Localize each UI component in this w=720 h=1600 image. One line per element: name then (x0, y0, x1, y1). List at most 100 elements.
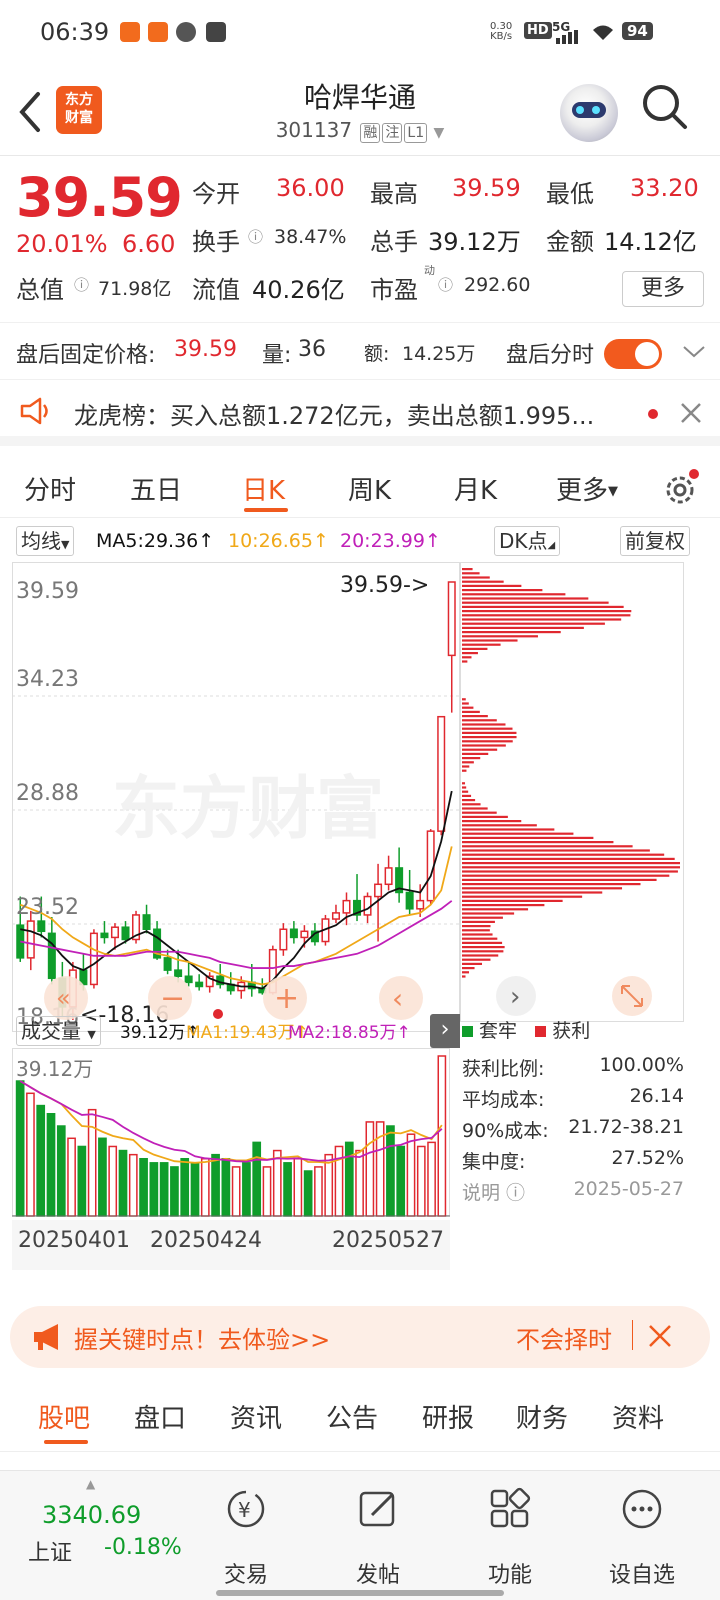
chip-bar (462, 803, 481, 806)
tab-five-day[interactable]: 五日 (130, 470, 182, 507)
open-label: 今开 (192, 180, 240, 208)
volume-chart[interactable]: 39.12万 (12, 1048, 450, 1220)
gear-icon[interactable] (662, 468, 702, 508)
index-value[interactable]: 3340.69 (42, 1501, 141, 1529)
candle (174, 969, 183, 978)
candle (279, 928, 288, 951)
amount-label: 金额 (546, 228, 594, 256)
info-icon[interactable]: ⓘ (438, 274, 453, 295)
volume-bar (77, 1145, 87, 1217)
ma10-line (19, 846, 453, 986)
tab-weekly-k[interactable]: 周K (348, 470, 391, 507)
post-button[interactable]: 发帖 (328, 1557, 428, 1589)
chip-bar (462, 849, 650, 852)
more-dots-icon[interactable] (592, 1487, 692, 1540)
tab-timeshare[interactable]: 分时 (24, 470, 76, 507)
dk-point-button[interactable]: DK点◢ (494, 526, 561, 556)
close-icon[interactable] (680, 402, 702, 424)
app-notification-icon (148, 22, 168, 42)
chip-bar (462, 652, 478, 655)
chip-note-link[interactable]: 说明 ⓘ (462, 1178, 525, 1209)
grid-icon[interactable] (460, 1487, 560, 1540)
notice-bar[interactable]: 龙虎榜：买入总额1.272亿元，卖出总额1.995... (0, 380, 720, 446)
speaker-icon (20, 397, 48, 425)
amount-value: 14.12亿 (604, 228, 697, 256)
candle (184, 975, 193, 984)
after-hours-toggle[interactable] (604, 339, 662, 369)
low-label: 最低 (546, 180, 594, 208)
candle (374, 883, 383, 898)
candle (89, 932, 98, 986)
add-watchlist-button[interactable]: 设自选 (592, 1557, 692, 1589)
chip-bar (462, 576, 490, 579)
trade-button[interactable]: 交易 (196, 1557, 296, 1589)
indicator-expand-button[interactable]: › (430, 1014, 460, 1048)
unread-dot (648, 409, 658, 419)
bottom-toolbar: ▲ 3340.69 上证 -0.18% ¥ 交易 发帖 功能 设自选 (0, 1470, 720, 1600)
trapped-swatch (462, 1026, 473, 1037)
mcap-value: 71.98亿 (98, 278, 172, 300)
search-icon[interactable] (640, 82, 690, 132)
home-indicator[interactable] (216, 1590, 504, 1596)
chip-bar (462, 584, 522, 587)
promo-banner[interactable]: 握关键时点！去体验>> 不会择时 (10, 1306, 710, 1368)
volume-bar (314, 1166, 323, 1217)
chip-bar (462, 744, 506, 747)
volume-bar (355, 1149, 364, 1217)
chip-bar (462, 790, 469, 793)
chip-bar (462, 870, 678, 873)
ma-selector[interactable]: 均线▼ (16, 526, 75, 556)
chip-bar (462, 710, 480, 713)
chip-bar (462, 635, 538, 638)
y-tick-label: 34.23 (16, 667, 79, 692)
candle (163, 957, 172, 971)
divider (632, 1320, 633, 1350)
chip-bar (462, 643, 501, 646)
chip-bar (462, 836, 594, 839)
message-icon (206, 22, 226, 42)
yuan-cycle-icon[interactable]: ¥ (196, 1487, 296, 1540)
info-icon[interactable]: ⓘ (248, 226, 263, 247)
chip-bar (462, 601, 609, 604)
candlestick-chart[interactable]: 东方财富 39.59 34.23 28.88 23.52 18.16 39.59… (12, 562, 460, 1032)
chip-bar (462, 706, 474, 709)
more-quote-button[interactable]: 更多 (622, 271, 704, 307)
ma20-value: 20:23.99↑ (340, 530, 441, 552)
chevron-down-icon[interactable] (682, 345, 706, 359)
date-label: 20250527 (332, 1228, 444, 1253)
candle (100, 932, 109, 939)
info-icon[interactable]: ⓘ (74, 274, 89, 295)
chip-bar (462, 857, 675, 860)
tab-daily-k[interactable]: 日K (242, 470, 285, 507)
chip-note-row: 说明 ⓘ 2025-05-27 (462, 1178, 684, 1209)
chip-bar (462, 794, 472, 797)
volume-bar (262, 1166, 272, 1217)
volume-bar (221, 1157, 231, 1217)
tab-forum[interactable]: 股吧 (38, 1398, 90, 1435)
assistant-robot-icon[interactable] (560, 84, 618, 142)
chip-bar (462, 622, 605, 625)
chip-bar (462, 639, 518, 642)
volume-bar (200, 1157, 210, 1217)
tab-more[interactable]: 更多▼ (556, 470, 618, 507)
functions-button[interactable]: 功能 (460, 1557, 560, 1589)
tab-announcements[interactable]: 公告 (326, 1398, 378, 1435)
chip-bar (462, 971, 470, 974)
banner-opt-out[interactable]: 不会择时 (516, 1320, 612, 1355)
tab-monthly-k[interactable]: 月K (454, 470, 497, 507)
volume-indicator-selector[interactable]: 成交量 ▼ (16, 1016, 101, 1046)
tab-financials[interactable]: 财务 (516, 1398, 568, 1435)
price-adjust-button[interactable]: 前复权 (620, 526, 690, 556)
ah-vol: 36 (298, 337, 326, 362)
candle (195, 981, 204, 988)
tab-news[interactable]: 资讯 (230, 1398, 282, 1435)
close-icon[interactable] (648, 1324, 672, 1348)
profit-swatch (535, 1026, 547, 1037)
chip-bar (462, 597, 589, 600)
link-icon (176, 22, 196, 42)
tab-profile[interactable]: 资料 (612, 1398, 664, 1435)
edit-icon[interactable] (328, 1487, 428, 1540)
chip-bar (462, 946, 505, 949)
tab-research[interactable]: 研报 (422, 1398, 474, 1435)
tab-orderbook[interactable]: 盘口 (134, 1398, 186, 1435)
